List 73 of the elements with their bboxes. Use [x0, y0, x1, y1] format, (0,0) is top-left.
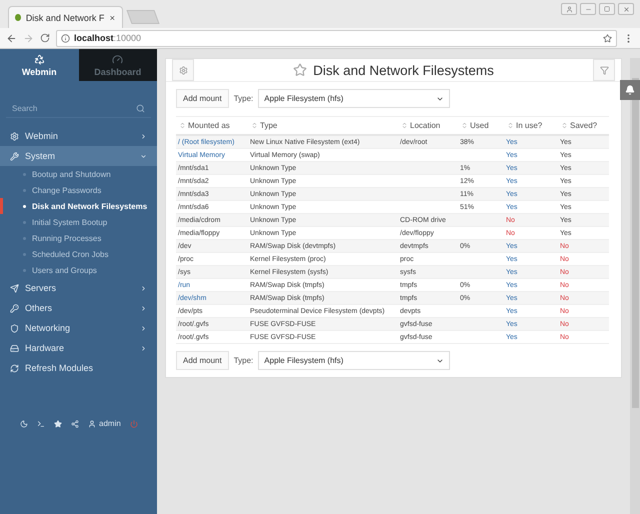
type-label: Type: [234, 94, 254, 103]
settings-icon [178, 66, 188, 74]
sidebar-subitem[interactable]: Disk and Network Filesystems [0, 198, 157, 214]
recycle-icon [34, 54, 45, 64]
type-select[interactable]: Apple Filesystem (hfs) [258, 351, 450, 370]
chevron-right-icon [140, 284, 147, 292]
moon-icon[interactable] [20, 420, 28, 428]
type-label: Type: [234, 356, 254, 365]
filter-icon [600, 66, 608, 74]
sort-icon [561, 122, 568, 129]
sidebar-subitem[interactable]: Bootup and Shutdown [0, 166, 157, 182]
sidebar-tab[interactable]: Dashboard [78, 49, 157, 81]
sort-icon [179, 122, 186, 129]
user-icon [88, 420, 96, 428]
user-link[interactable]: admin [88, 419, 121, 428]
user-icon [566, 6, 572, 12]
gear-icon [10, 132, 19, 140]
sidebar-subitem[interactable]: Running Processes [0, 230, 157, 246]
wrench-icon [10, 152, 19, 160]
chevron-right-icon [140, 304, 147, 312]
reload-icon[interactable] [40, 33, 50, 43]
sidebar-item[interactable]: Refresh Modules [0, 358, 157, 378]
address-field[interactable]: localhost:10000 [56, 30, 617, 46]
scrollbar[interactable] [630, 58, 640, 514]
chevron-right-icon [140, 344, 147, 352]
settings-button[interactable] [172, 59, 194, 81]
search-field[interactable]: Search [6, 99, 151, 118]
close-button[interactable] [618, 3, 634, 15]
chevron-right-icon [140, 132, 147, 140]
notification-button[interactable] [620, 80, 640, 100]
sort-icon [401, 122, 408, 129]
close-icon [622, 6, 630, 12]
back-icon[interactable] [6, 32, 17, 44]
bookmark-star-icon[interactable] [603, 34, 612, 42]
filter-button[interactable] [593, 59, 615, 81]
page-title: Disk and Network Filesystems [313, 62, 494, 78]
sidebar-item[interactable]: Hardware [0, 338, 157, 358]
maximize-button[interactable] [599, 3, 615, 15]
sidebar-item[interactable]: Networking [0, 318, 157, 338]
maximize-icon [604, 6, 610, 12]
chevron-down-icon [140, 152, 147, 160]
add-mount-button[interactable]: Add mount [176, 89, 229, 108]
share-icon[interactable] [71, 420, 79, 428]
sort-icon [507, 122, 514, 129]
star-icon[interactable] [54, 420, 62, 428]
sidebar-subitem[interactable]: Initial System Bootup [0, 214, 157, 230]
profile-button[interactable] [561, 3, 577, 15]
chevron-right-icon [140, 324, 147, 332]
sidebar-subitem[interactable]: Scheduled Cron Jobs [0, 246, 157, 262]
shield-icon [10, 324, 19, 332]
browser-tab[interactable]: Disk and Network F [8, 6, 123, 28]
sidebar-item[interactable]: Webmin [0, 126, 157, 146]
terminal-icon[interactable] [37, 420, 45, 428]
type-select[interactable]: Apple Filesystem (hfs) [258, 89, 450, 108]
bell-icon [625, 85, 635, 95]
drive-icon [10, 344, 19, 352]
gauge-icon [112, 54, 124, 64]
add-mount-button[interactable]: Add mount [176, 351, 229, 370]
paper-plane-icon [10, 284, 19, 292]
favorite-star-icon[interactable] [293, 63, 308, 77]
refresh-icon [10, 364, 19, 372]
close-icon [109, 14, 116, 22]
sort-icon [251, 122, 258, 129]
sidebar-subitem[interactable]: Users and Groups [0, 262, 157, 278]
sidebar-item[interactable]: System [0, 146, 157, 166]
key-icon [10, 304, 19, 312]
sidebar-item[interactable]: Servers [0, 278, 157, 298]
sort-icon [461, 122, 468, 129]
favicon-icon [15, 14, 21, 21]
info-icon [61, 34, 70, 42]
search-icon [136, 104, 145, 112]
sidebar-subitem[interactable]: Change Passwords [0, 182, 157, 198]
sidebar-item[interactable]: Others [0, 298, 157, 318]
